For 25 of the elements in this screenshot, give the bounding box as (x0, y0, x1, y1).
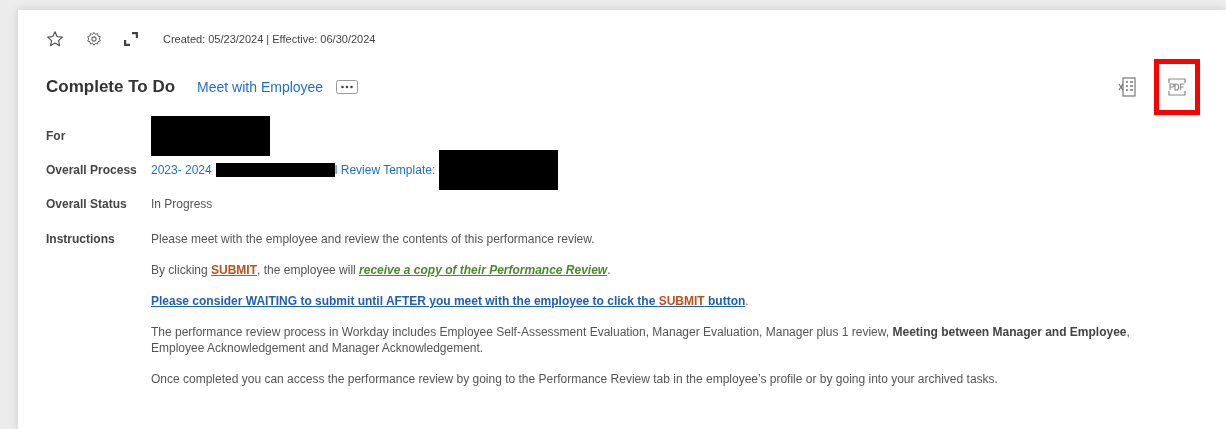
star-icon[interactable] (46, 30, 64, 48)
instruction-paragraph: By clicking SUBMIT, the employee will receive a copy of their Performance Review. (151, 262, 612, 278)
link[interactable]: receive a copy of their Performance Review (359, 263, 608, 277)
page-title: Complete To Do (46, 76, 176, 99)
field-label: Instructions (46, 231, 116, 247)
meet-with-employee-link[interactable]: Meet with Employee (197, 76, 324, 98)
status-value: In Progress (151, 196, 213, 213)
excel-export-icon[interactable] (1118, 77, 1136, 97)
link[interactable]: SUBMIT (658, 294, 705, 308)
field-label: Overall Status (46, 196, 128, 213)
field-label: For (46, 128, 67, 145)
expand-icon[interactable] (124, 32, 138, 46)
link[interactable]: Please consider WAITING to submit until AFTER you meet with the employee to click the (151, 294, 659, 308)
instruction-paragraph: Once completed you can access the performance review by going to the Performance Review tab in the employee’s profile or by going into your archived tasks. (151, 371, 999, 387)
link[interactable]: SUBMIT (211, 263, 258, 277)
pdf-export-icon[interactable] (1168, 78, 1186, 96)
instruction-paragraph: The performance review process in Workday includes Employee Self-Assessment Evaluation, Manager Evaluation, Manager plus 1 review, Meeting between Manager and Employee, Employee Acknowledgement and Manager Acknowledgement. (151, 324, 1131, 356)
link[interactable]: 2023- 2024 (151, 161, 212, 179)
instruction-paragraph: Please consider WAITING to submit until AFTER you meet with the employee to click the SUBMIT button. (151, 293, 750, 309)
link[interactable]: l Review Template: (334, 161, 436, 179)
created-effective-dates: Created: 05/23/2024 | Effective: 06/30/2024 (163, 31, 376, 47)
more-options-icon[interactable] (336, 80, 359, 94)
field-label: Overall Process (46, 162, 138, 179)
settings-icon[interactable] (86, 31, 102, 47)
instruction-paragraph: Please meet with the employee and review the contents of this performance review. (151, 231, 596, 247)
